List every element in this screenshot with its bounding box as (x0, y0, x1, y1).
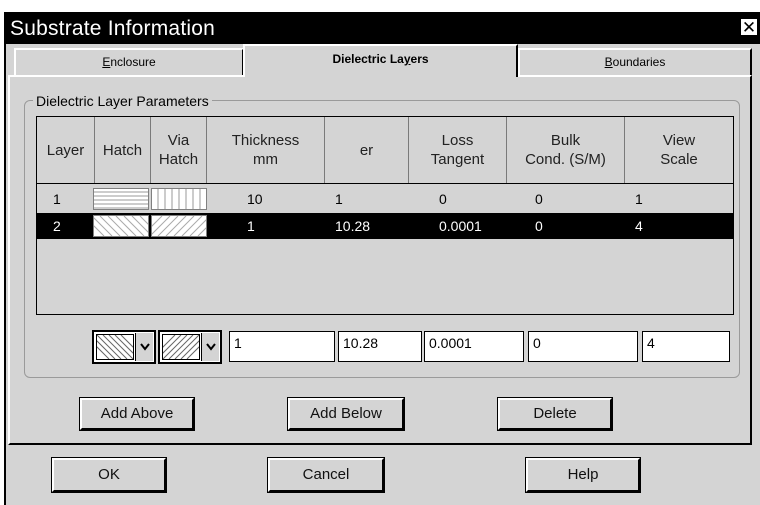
cell-thickness: 1 (247, 218, 255, 234)
column-header-via-text: Via (167, 132, 190, 149)
column-header-bulk-text: Bulk (550, 132, 581, 149)
column-header-via-hatch: Via Hatch (151, 117, 207, 183)
column-header-thickness: Thickness mm (207, 117, 325, 183)
column-header-bulk-cond: Bulk Cond. (S/M) (507, 117, 625, 183)
column-header-er-text: er (359, 141, 374, 159)
via-hatch-select[interactable] (150, 330, 222, 364)
vertical-hatch-icon (151, 188, 207, 210)
title-bar[interactable]: Substrate Information ✕ (6, 14, 760, 44)
chevron-down-icon[interactable] (135, 333, 153, 361)
chevron-down-icon[interactable] (201, 333, 219, 361)
diagonal-hatch-icon (150, 334, 212, 360)
column-header-cond-text: Cond. (S/M) (525, 151, 606, 168)
cell-er: 10.28 (335, 218, 371, 234)
column-header-via-hatch-text: Hatch (158, 151, 199, 168)
tab-boundaries[interactable]: Boundaries (518, 48, 752, 75)
help-button[interactable]: Help (525, 457, 641, 493)
layer-table-header: Layer Hatch Via Hatch Thickness mm er Loss… (36, 116, 734, 184)
ok-button[interactable]: OK (51, 457, 167, 493)
bulk-cond-input[interactable]: 0 (528, 331, 638, 362)
add-below-button[interactable]: Add Below (287, 397, 405, 431)
cell-bulk-cond: 0 (535, 218, 543, 234)
diagonal-hatch-icon (141, 215, 219, 237)
cell-loss-tangent: 0.0001 (439, 218, 482, 234)
table-row[interactable]: 1 10 1 0 0 1 (37, 186, 733, 212)
cancel-button[interactable]: Cancel (267, 457, 385, 493)
add-above-button[interactable]: Add Above (79, 397, 195, 431)
column-header-loss-text: Loss (441, 132, 474, 149)
cell-view-scale: 4 (635, 218, 643, 234)
window-title: Substrate Information (10, 17, 215, 40)
loss-tangent-input[interactable]: 0.0001 (424, 331, 524, 362)
tab-enclosure-label: Enclosure (102, 55, 156, 69)
column-header-hatch: Hatch (95, 117, 151, 183)
diagonal-hatch-icon (83, 215, 161, 237)
cell-loss-tangent: 0 (439, 191, 447, 207)
close-icon[interactable]: ✕ (740, 18, 758, 36)
hatch-select[interactable] (84, 330, 156, 364)
cell-layer: 1 (53, 191, 61, 207)
column-header-loss-tangent: Loss Tangent (409, 117, 507, 183)
cell-thickness: 10 (247, 191, 263, 207)
column-header-view-text: View (662, 132, 696, 149)
column-header-layer: Layer (37, 117, 95, 183)
column-header-hatch-text: Hatch (102, 141, 143, 159)
cell-layer: 2 (53, 218, 61, 234)
column-header-tangent-text: Tangent (430, 151, 485, 168)
tab-dielectric-layers-label: Dielectric Layers (332, 52, 429, 66)
column-header-scale-text: Scale (660, 151, 698, 168)
group-label: Dielectric Layer Parameters (33, 93, 212, 109)
horizontal-hatch-icon (93, 188, 149, 210)
thickness-input[interactable]: 1 (229, 331, 335, 362)
view-scale-input[interactable]: 4 (642, 331, 730, 362)
column-header-thickness-text: Thickness (231, 132, 300, 149)
cell-view-scale: 1 (635, 191, 643, 207)
delete-button[interactable]: Delete (497, 397, 613, 431)
cell-er: 1 (335, 191, 343, 207)
column-header-er: er (325, 117, 409, 183)
layer-table-body: 1 10 1 0 0 1 2 1 10.28 0.0001 0 4 (36, 184, 734, 315)
tab-boundaries-label: Boundaries (604, 55, 666, 69)
table-row-selected[interactable]: 2 1 10.28 0.0001 0 4 (37, 213, 733, 239)
diagonal-hatch-icon (84, 334, 146, 360)
column-header-thickness-unit: mm (253, 151, 278, 168)
column-header-view-scale: View Scale (625, 117, 733, 183)
cell-bulk-cond: 0 (535, 191, 543, 207)
tab-dielectric-layers[interactable]: Dielectric Layers (243, 44, 518, 77)
tab-enclosure[interactable]: Enclosure (14, 48, 244, 75)
column-header-layer-text: Layer (46, 141, 85, 159)
er-input[interactable]: 10.28 (338, 331, 422, 362)
